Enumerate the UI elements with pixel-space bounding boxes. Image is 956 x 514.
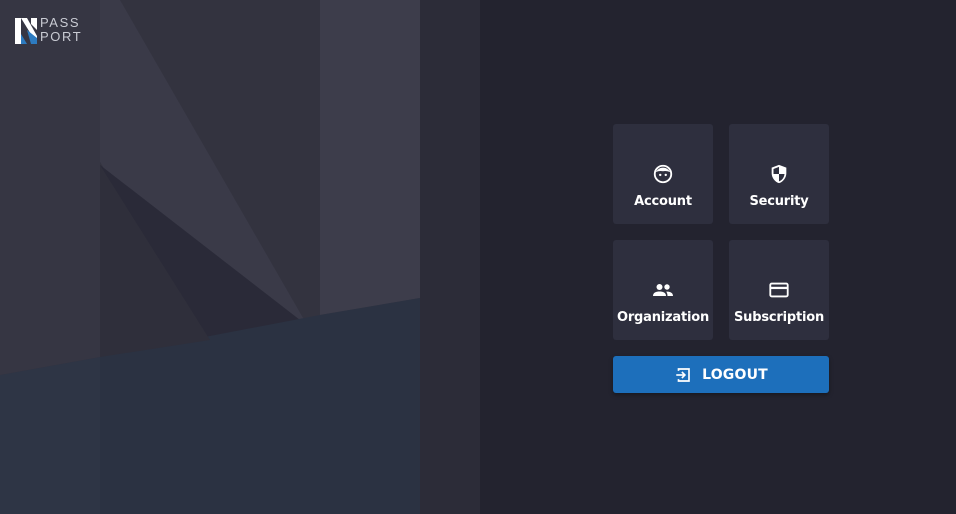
subscription-label: Subscription: [734, 310, 824, 325]
organization-label: Organization: [616, 310, 710, 325]
logo-wordmark: PASS PORT: [40, 16, 82, 44]
background-n-graphic: [0, 0, 480, 514]
logo-line-1: PASS: [40, 15, 81, 30]
organization-tile[interactable]: Organization: [613, 240, 713, 340]
logo-line-2: PORT: [40, 29, 83, 44]
people-icon: [651, 278, 675, 302]
menu-tiles: Account Security Organization Subscripti…: [613, 124, 829, 340]
logout-label: LOGOUT: [702, 366, 768, 383]
logout-icon: [674, 366, 692, 384]
security-tile[interactable]: Security: [729, 124, 829, 224]
security-label: Security: [749, 194, 809, 209]
subscription-tile[interactable]: Subscription: [729, 240, 829, 340]
face-icon: [651, 162, 675, 186]
credit-card-icon: [767, 278, 791, 302]
account-tile[interactable]: Account: [613, 124, 713, 224]
logo-n-mark: [15, 18, 37, 44]
logo: PASS PORT: [14, 16, 82, 46]
account-label: Account: [634, 194, 692, 209]
hero-panel: PASS PORT: [0, 0, 480, 514]
logout-button[interactable]: LOGOUT: [613, 356, 829, 393]
shield-icon: [767, 162, 791, 186]
